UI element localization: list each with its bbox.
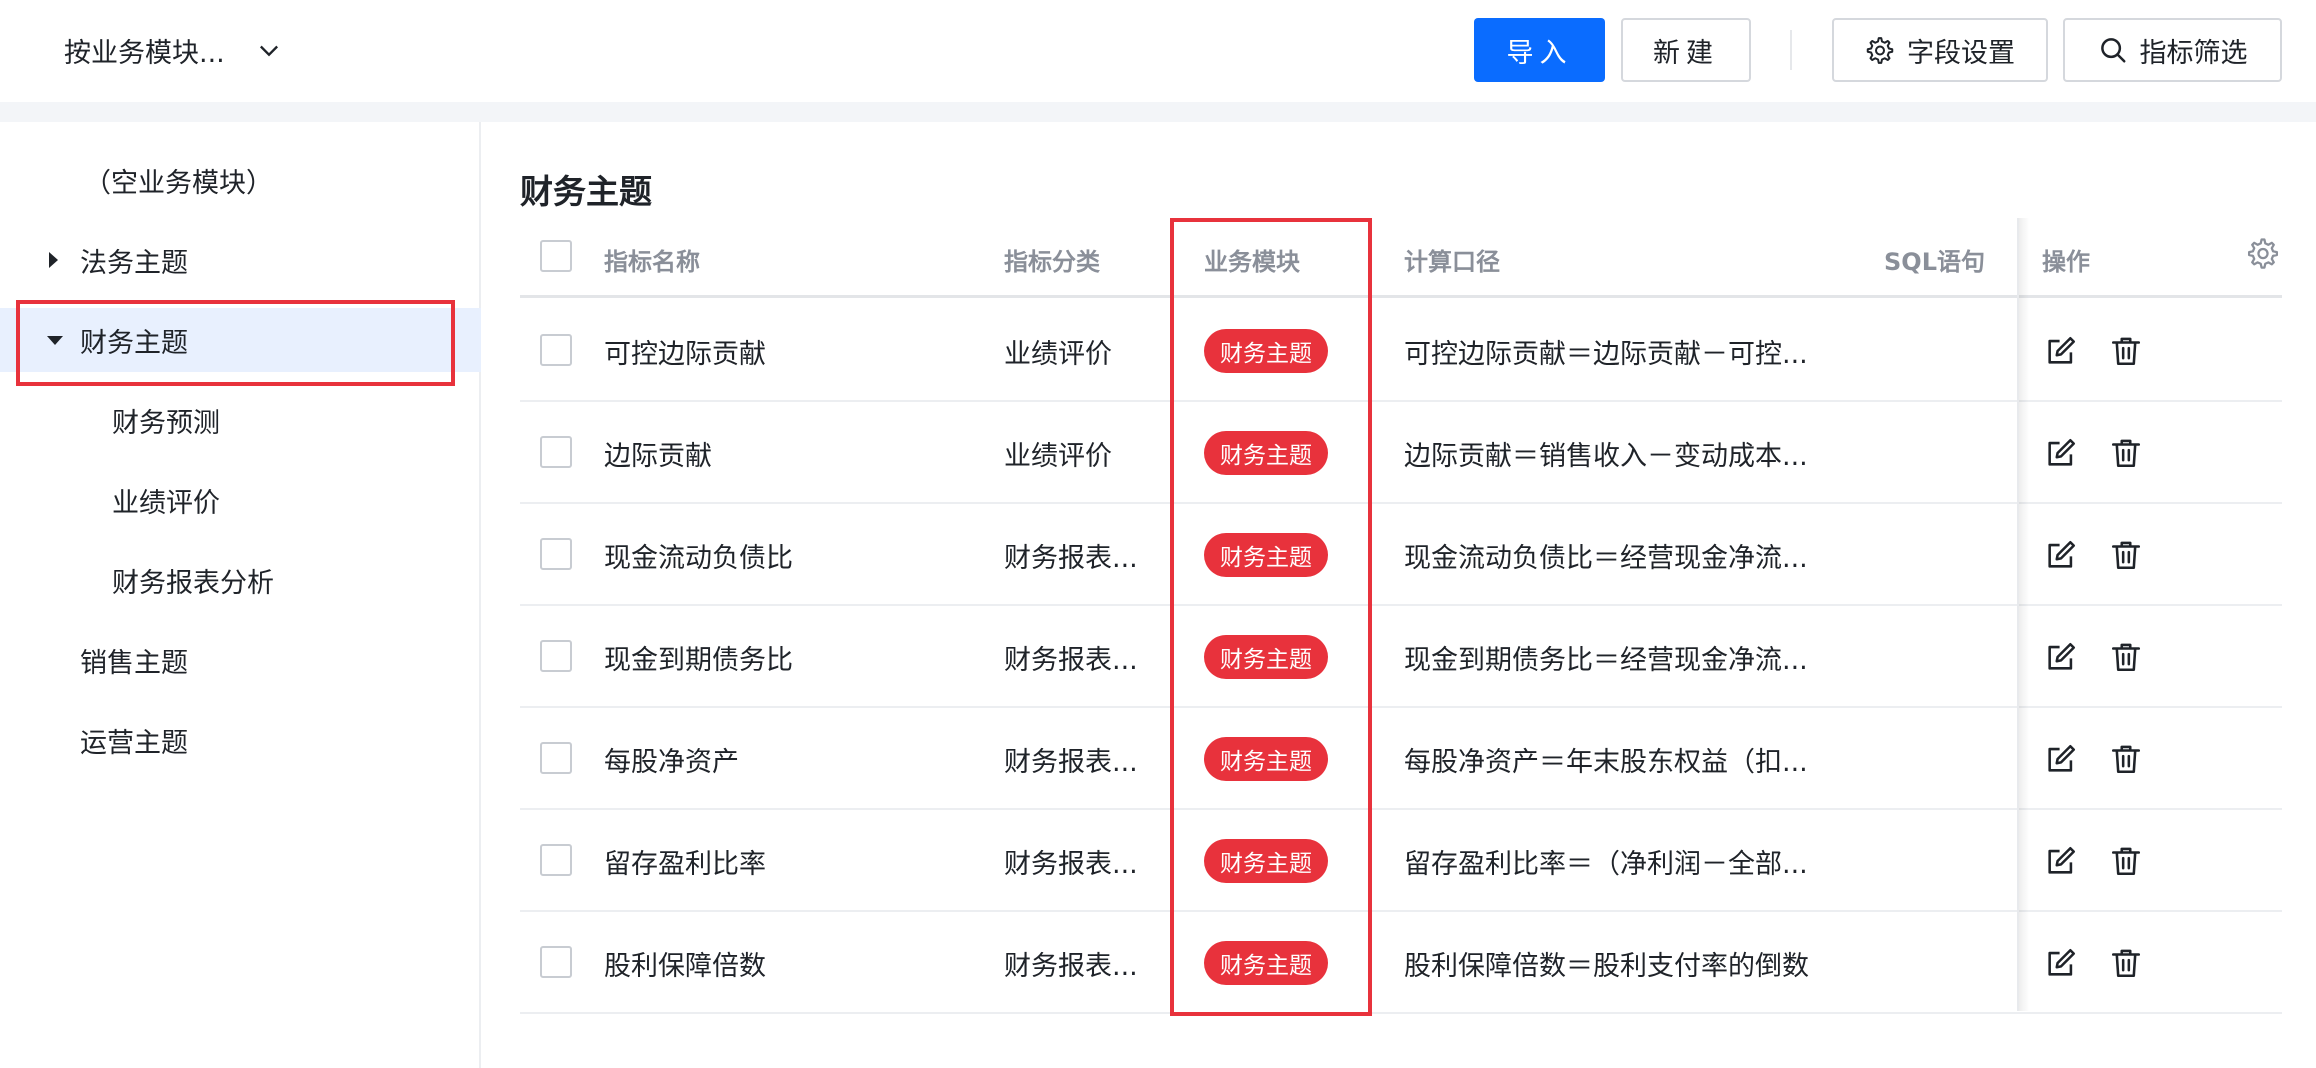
indicator-category: 业绩评价 xyxy=(1004,339,1112,370)
row-checkbox[interactable] xyxy=(540,946,572,978)
tree-item-sales[interactable]: 销售主题 xyxy=(0,628,481,692)
column-header-sql: SQL语句 xyxy=(1884,248,1985,276)
row-checkbox[interactable] xyxy=(540,640,572,672)
indicator-formula: 可控边际贡献＝边际贡献－可控... xyxy=(1404,339,1808,370)
field-settings-button[interactable]: 字段设置 xyxy=(1832,18,2048,82)
row-checkbox[interactable] xyxy=(540,742,572,774)
actions-column-shadow xyxy=(2019,218,2029,1011)
tree-item-label: （空业务模块） xyxy=(84,167,273,199)
indicator-name: 可控边际贡献 xyxy=(604,339,766,370)
row-checkbox[interactable] xyxy=(540,538,572,570)
tree-item-finance-forecast[interactable]: 财务预测 xyxy=(0,388,481,452)
indicator-category: 财务报表... xyxy=(1004,951,1138,982)
import-button[interactable]: 导入 xyxy=(1474,18,1605,82)
delete-icon[interactable] xyxy=(2109,844,2143,878)
column-header-formula: 计算口径 xyxy=(1404,248,1500,276)
delete-icon[interactable] xyxy=(2109,334,2143,368)
indicator-category: 财务报表... xyxy=(1004,849,1138,880)
indicator-formula: 现金流动负债比＝经营现金净流... xyxy=(1404,543,1808,574)
column-header-name: 指标名称 xyxy=(604,248,700,276)
edit-icon[interactable] xyxy=(2044,742,2078,776)
indicator-category: 财务报表... xyxy=(1004,645,1138,676)
row-checkbox[interactable] xyxy=(540,334,572,366)
chevron-down-icon xyxy=(259,45,278,57)
indicator-name: 现金流动负债比 xyxy=(604,543,793,574)
indicator-filter-label: 指标筛选 xyxy=(2139,37,2248,69)
column-header-category: 指标分类 xyxy=(1004,248,1100,276)
indicator-filter-button[interactable]: 指标筛选 xyxy=(2063,18,2282,82)
tree-item-financial-statements[interactable]: 财务报表分析 xyxy=(0,548,481,612)
top-bar: 按业务模块... 导入 新建 字段设置 指标筛选 xyxy=(0,0,2316,102)
toolbar-divider xyxy=(1790,30,1792,70)
column-header-actions: 操作 xyxy=(2042,248,2090,276)
tree-item-label: 销售主题 xyxy=(80,647,188,679)
gear-icon xyxy=(1866,37,1894,64)
edit-icon[interactable] xyxy=(2044,844,2078,878)
row-checkbox[interactable] xyxy=(540,844,572,876)
indicator-formula: 边际贡献＝销售收入－变动成本... xyxy=(1404,441,1808,472)
edit-icon[interactable] xyxy=(2044,436,2078,470)
edit-icon[interactable] xyxy=(2044,946,2078,980)
tree-item-operations[interactable]: 运营主题 xyxy=(0,708,481,772)
indicator-formula: 每股净资产＝年末股东权益（扣... xyxy=(1404,747,1808,778)
column-settings-gear-icon[interactable] xyxy=(2246,236,2280,270)
tree-item-label: 运营主题 xyxy=(80,727,188,759)
indicator-category: 财务报表... xyxy=(1004,747,1138,778)
indicator-name: 现金到期债务比 xyxy=(604,645,793,676)
caret-right-icon[interactable] xyxy=(49,252,58,268)
edit-icon[interactable] xyxy=(2044,538,2078,572)
tree-item-label: 法务主题 xyxy=(80,247,188,279)
edit-icon[interactable] xyxy=(2044,640,2078,674)
page-title: 财务主题 xyxy=(520,172,652,211)
row-checkbox[interactable] xyxy=(540,436,572,468)
indicator-name: 留存盈利比率 xyxy=(604,849,766,880)
indicator-category: 业绩评价 xyxy=(1004,441,1112,472)
module-tree-sidebar: （空业务模块） 法务主题 财务主题 财务预测 业绩评价 财务报表分析 销售主题 … xyxy=(0,122,481,1068)
module-column-highlight-box xyxy=(1170,218,1372,1016)
tree-item-legal[interactable]: 法务主题 xyxy=(0,228,481,292)
delete-icon[interactable] xyxy=(2109,640,2143,674)
indicator-formula: 股利保障倍数＝股利支付率的倒数 xyxy=(1404,951,1809,982)
delete-icon[interactable] xyxy=(2109,742,2143,776)
tree-item-performance[interactable]: 业绩评价 xyxy=(0,468,481,532)
sidebar-highlight-box xyxy=(16,300,455,386)
tree-item-empty-module[interactable]: （空业务模块） xyxy=(0,148,481,212)
edit-icon[interactable] xyxy=(2044,334,2078,368)
search-icon xyxy=(2100,38,2125,63)
indicator-formula: 现金到期债务比＝经营现金净流... xyxy=(1404,645,1808,676)
header-separator-band xyxy=(0,102,2316,122)
indicator-formula: 留存盈利比率＝（净利润－全部... xyxy=(1404,849,1808,880)
new-button[interactable]: 新建 xyxy=(1621,18,1751,82)
delete-icon[interactable] xyxy=(2109,436,2143,470)
module-select-value: 按业务模块... xyxy=(64,37,225,69)
delete-icon[interactable] xyxy=(2109,538,2143,572)
select-all-checkbox[interactable] xyxy=(540,240,572,272)
tree-item-label: 业绩评价 xyxy=(112,487,220,519)
indicator-category: 财务报表... xyxy=(1004,543,1138,574)
tree-item-label: 财务报表分析 xyxy=(112,567,274,599)
indicator-name: 股利保障倍数 xyxy=(604,951,766,982)
indicator-name: 边际贡献 xyxy=(604,441,712,472)
delete-icon[interactable] xyxy=(2109,946,2143,980)
tree-item-label: 财务预测 xyxy=(112,407,220,439)
field-settings-label: 字段设置 xyxy=(1907,37,2015,69)
indicator-name: 每股净资产 xyxy=(604,747,739,778)
module-select-dropdown[interactable]: 按业务模块... xyxy=(64,26,283,74)
